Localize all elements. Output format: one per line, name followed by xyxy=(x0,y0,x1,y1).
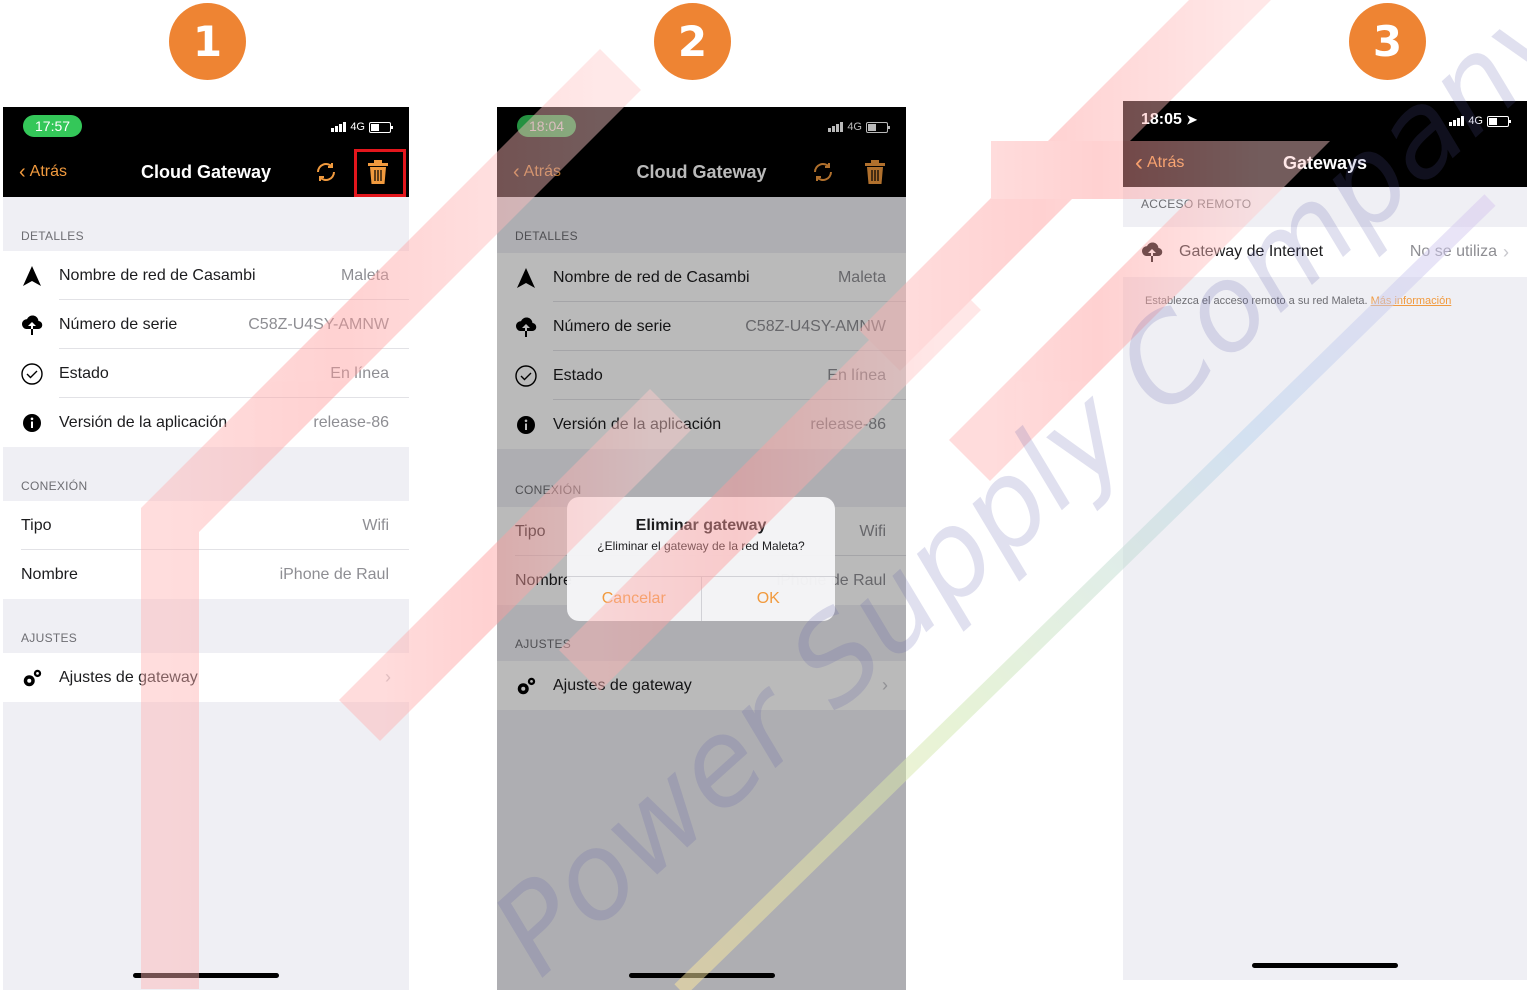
location-arrow-icon: ➤ xyxy=(1186,112,1198,127)
battery-icon xyxy=(369,121,393,133)
signal-icon xyxy=(331,122,347,132)
status-bar: 17:57 4G xyxy=(3,107,409,147)
signal-icon xyxy=(1449,116,1465,126)
row-gateway-settings[interactable]: Ajustes de gateway › xyxy=(3,653,409,702)
nav-bar: ‹ Atrás Gateways xyxy=(1123,139,1527,187)
step-badge-3: 3 xyxy=(1349,3,1426,80)
row-status: Estado En línea xyxy=(3,349,409,398)
gears-icon xyxy=(21,667,43,689)
refresh-button[interactable] xyxy=(313,159,339,185)
row-network-name: Nombre de red de Casambi Maleta xyxy=(3,251,409,300)
row-name: Nombre iPhone de Raul xyxy=(3,550,409,599)
phone-screen-2: 18:04 4G ‹ Atrás Cloud Gateway DETALLES … xyxy=(497,107,906,990)
row-type: Tipo Wifi xyxy=(3,501,409,550)
status-time: 17:57 xyxy=(23,115,83,137)
info-icon xyxy=(21,413,43,433)
navigation-arrow-icon xyxy=(21,265,43,286)
row-serial-number: Número de serie C58Z-U4SY-AMNW xyxy=(3,300,409,349)
home-indicator xyxy=(133,973,279,978)
nav-bar: ‹ Atrás Cloud Gateway xyxy=(3,147,409,197)
step-badge-2: 2 xyxy=(654,3,731,80)
battery-icon xyxy=(1487,115,1511,127)
chevron-right-icon: › xyxy=(1503,241,1509,262)
dialog-message: ¿Eliminar el gateway de la red Maleta? xyxy=(597,539,805,553)
cloud-upload-icon xyxy=(21,314,43,335)
refresh-icon xyxy=(317,163,335,181)
section-header-acceso-remoto: ACCESO REMOTO xyxy=(1141,197,1252,211)
network-type: 4G xyxy=(1468,115,1483,127)
status-time: 18:05 xyxy=(1141,111,1182,128)
cancel-button[interactable]: Cancelar xyxy=(567,577,701,621)
ok-button[interactable]: OK xyxy=(700,577,836,621)
more-info-link[interactable]: Más información xyxy=(1371,295,1452,307)
step-badge-1: 1 xyxy=(169,3,246,80)
page-title: Cloud Gateway xyxy=(140,162,272,182)
chevron-right-icon: › xyxy=(385,667,391,687)
network-type: 4G xyxy=(350,121,365,133)
page-title: Gateways xyxy=(1282,153,1368,173)
phone-screen-1: 17:57 4G ‹ Atrás Cloud Gateway DETALLES … xyxy=(3,107,409,990)
home-indicator xyxy=(1252,963,1398,968)
section-header-ajustes: AJUSTES xyxy=(21,631,78,645)
row-app-version: Versión de la aplicación release-86 xyxy=(3,398,409,447)
cloud-upload-icon xyxy=(1141,242,1163,262)
row-internet-gateway[interactable]: Gateway de Internet No se utiliza › xyxy=(1123,227,1527,277)
section-header-detalles: DETALLES xyxy=(21,229,84,243)
dialog-title: Eliminar gateway xyxy=(635,517,767,534)
delete-highlight-box xyxy=(354,149,406,197)
phone-screen-3: 18:05 ➤ 4G ‹ Atrás Gateways ACCESO REMOT… xyxy=(1123,101,1527,980)
checkmark-circle-icon xyxy=(21,362,43,385)
remote-access-footnote: Establezca el acceso remoto a su red Mal… xyxy=(1145,295,1452,307)
status-bar: 18:05 ➤ 4G xyxy=(1123,101,1527,139)
delete-gateway-dialog: Eliminar gateway ¿Eliminar el gateway de… xyxy=(567,497,835,621)
section-header-conexion: CONEXIÓN xyxy=(21,479,88,493)
